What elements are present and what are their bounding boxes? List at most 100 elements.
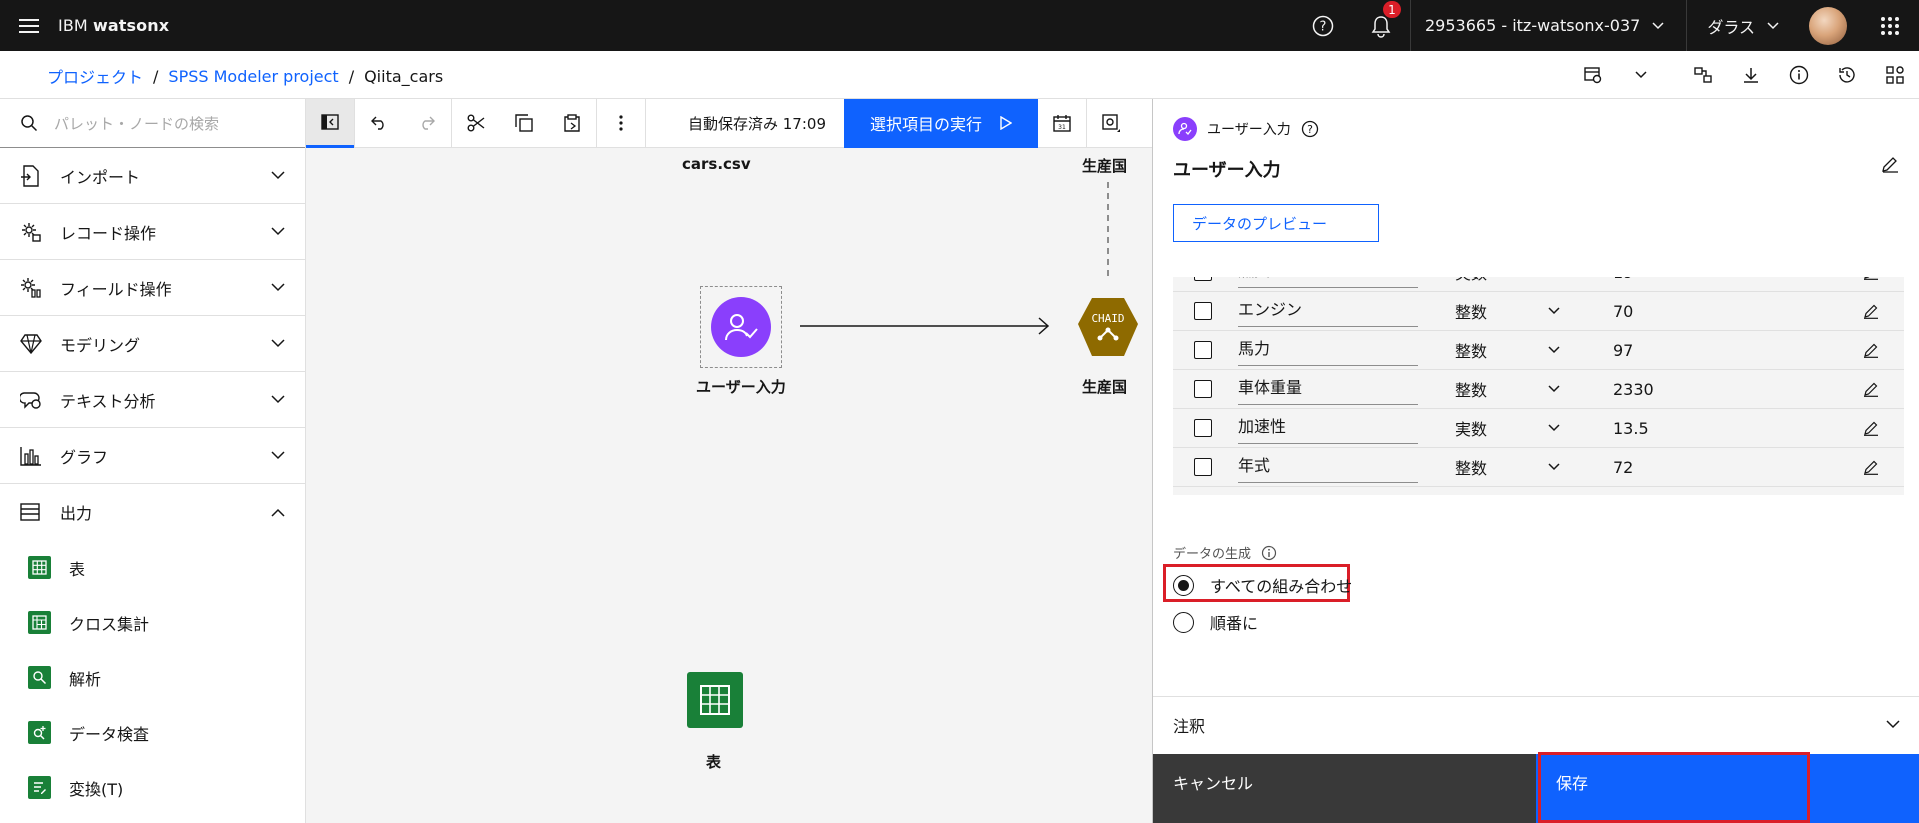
help-icon[interactable]: ? xyxy=(1294,0,1352,51)
notification-icon[interactable]: 1 xyxy=(1352,0,1410,51)
transform-icon xyxy=(28,776,51,799)
field-type[interactable]: 整数 xyxy=(1455,299,1487,323)
field-type[interactable]: 整数 xyxy=(1455,338,1487,362)
search-input[interactable]: パレット・ノードの検索 xyxy=(54,113,219,134)
generation-label: データの生成 xyxy=(1173,543,1277,562)
field-name[interactable]: 馬力 xyxy=(1238,335,1418,366)
edit-icon[interactable] xyxy=(1863,342,1879,358)
field-name[interactable]: 燃費 xyxy=(1238,277,1418,288)
preview-data-button[interactable]: データのプレビュー xyxy=(1173,204,1379,242)
cut-button[interactable] xyxy=(452,99,500,148)
undo-button[interactable] xyxy=(355,99,403,148)
radio-button-selected[interactable] xyxy=(1173,574,1194,596)
account-switcher[interactable]: 2953665 - itz-watsonx-037 xyxy=(1410,0,1686,51)
field-type[interactable]: 実数 xyxy=(1455,416,1487,440)
field-name[interactable]: 車体重量 xyxy=(1238,374,1418,405)
field-name[interactable]: 年式 xyxy=(1238,452,1418,483)
overflow-menu-button[interactable] xyxy=(597,99,645,148)
field-name[interactable]: 加速性 xyxy=(1238,413,1418,444)
edit-icon[interactable] xyxy=(1863,303,1879,319)
palette-category-record-ops[interactable]: レコード操作 xyxy=(0,204,305,260)
radio-button[interactable] xyxy=(1173,611,1194,633)
flow-settings-icon[interactable] xyxy=(1569,51,1617,99)
palette-node-transform[interactable]: 変換(T) xyxy=(0,760,305,815)
view-settings-button[interactable] xyxy=(1087,99,1135,148)
palette-category-modeling[interactable]: モデリング xyxy=(0,316,305,372)
field-value[interactable]: 70 xyxy=(1613,302,1633,321)
row-checkbox[interactable] xyxy=(1194,302,1212,320)
table-node[interactable] xyxy=(687,672,743,728)
breadcrumb-project[interactable]: SPSS Modeler project xyxy=(168,67,338,86)
row-checkbox[interactable] xyxy=(1194,419,1212,437)
avatar[interactable] xyxy=(1809,6,1847,45)
palette-category-output[interactable]: 出力 xyxy=(0,484,305,540)
palette-category-graph[interactable]: グラフ xyxy=(0,428,305,484)
help-icon[interactable]: ? xyxy=(1301,120,1319,138)
region-label: ダラス xyxy=(1707,17,1755,37)
chevron-down-icon[interactable] xyxy=(1548,346,1560,354)
copy-button[interactable] xyxy=(500,99,548,148)
region-switcher[interactable]: ダラス xyxy=(1686,0,1803,51)
row-checkbox[interactable] xyxy=(1194,458,1212,476)
field-table: 燃費実数19エンジン整数70馬力整数97車体重量整数2330加速性実数13.5年… xyxy=(1173,277,1904,495)
edit-icon[interactable] xyxy=(1863,381,1879,397)
svg-text:?: ? xyxy=(1307,123,1313,136)
row-checkbox[interactable] xyxy=(1194,341,1212,359)
field-type[interactable]: 実数 xyxy=(1455,277,1487,284)
field-name[interactable]: エンジン xyxy=(1238,296,1418,327)
field-value[interactable]: 97 xyxy=(1613,341,1633,360)
paste-button[interactable] xyxy=(548,99,596,148)
compare-icon[interactable] xyxy=(1679,51,1727,99)
palette-node-data-audit[interactable]: データ検査 xyxy=(0,705,305,760)
chevron-down-icon[interactable] xyxy=(1548,424,1560,432)
row-checkbox[interactable] xyxy=(1194,380,1212,398)
palette-search[interactable]: パレット・ノードの検索 xyxy=(0,99,305,148)
palette-node-table[interactable]: 表 xyxy=(0,540,305,595)
notes-accordion[interactable]: 注釈 xyxy=(1153,696,1919,752)
row-checkbox[interactable] xyxy=(1194,277,1212,281)
edit-icon[interactable] xyxy=(1863,420,1879,436)
radio-all-combinations[interactable]: すべての組み合わせ xyxy=(1173,573,1352,597)
radio-sequential[interactable]: 順番に xyxy=(1173,610,1258,634)
history-icon[interactable] xyxy=(1823,51,1871,99)
download-icon[interactable] xyxy=(1727,51,1775,99)
copy-icon xyxy=(515,114,533,132)
redo-button[interactable] xyxy=(403,99,451,148)
run-selected-button[interactable]: 選択項目の実行 xyxy=(844,98,1038,148)
palette-node-crosstab[interactable]: クロス集計 xyxy=(0,595,305,650)
field-value[interactable]: 72 xyxy=(1613,458,1633,477)
field-value[interactable]: 2330 xyxy=(1613,380,1654,399)
palette-node-analysis[interactable]: 解析 xyxy=(0,650,305,705)
field-type[interactable]: 整数 xyxy=(1455,455,1487,479)
info-icon[interactable] xyxy=(1775,51,1823,99)
field-type[interactable]: 整数 xyxy=(1455,377,1487,401)
breadcrumb-projects[interactable]: プロジェクト xyxy=(47,64,143,88)
product-name[interactable]: IBM watsonx xyxy=(58,16,169,35)
field-value[interactable]: 19 xyxy=(1613,277,1633,282)
info-icon[interactable] xyxy=(1261,545,1277,561)
chevron-down-icon[interactable] xyxy=(1548,385,1560,393)
apps-icon[interactable] xyxy=(1871,51,1919,99)
chevron-down-icon[interactable] xyxy=(1617,51,1665,99)
table-row: エンジン 整数 70 xyxy=(1173,292,1904,331)
calendar-button[interactable]: 31 xyxy=(1038,99,1086,148)
chaid-node[interactable]: CHAID xyxy=(1076,296,1140,358)
node-label: データ検査 xyxy=(69,724,150,744)
edit-title-icon[interactable] xyxy=(1881,155,1899,173)
chevron-down-icon[interactable] xyxy=(1548,307,1560,315)
notes-label: 注釈 xyxy=(1173,716,1206,736)
flow-canvas[interactable]: cars.csv 生産国 ユーザー入力 CHAID 生産国 表 xyxy=(306,148,1152,823)
edit-icon[interactable] xyxy=(1863,459,1879,475)
palette-category-field-ops[interactable]: フィールド操作 xyxy=(0,260,305,316)
chevron-down-icon[interactable] xyxy=(1548,463,1560,471)
palette-category-import[interactable]: インポート xyxy=(0,148,305,204)
svg-text:?: ? xyxy=(1320,19,1327,34)
toggle-palette-button[interactable] xyxy=(306,98,354,148)
app-switcher-icon[interactable] xyxy=(1861,0,1919,51)
menu-icon[interactable] xyxy=(0,0,58,51)
cancel-button[interactable]: キャンセル xyxy=(1153,754,1536,823)
user-input-node[interactable] xyxy=(700,286,782,368)
palette-category-text-analytics[interactable]: テキスト分析 xyxy=(0,372,305,428)
edit-icon[interactable] xyxy=(1863,277,1879,280)
field-value[interactable]: 13.5 xyxy=(1613,419,1649,438)
